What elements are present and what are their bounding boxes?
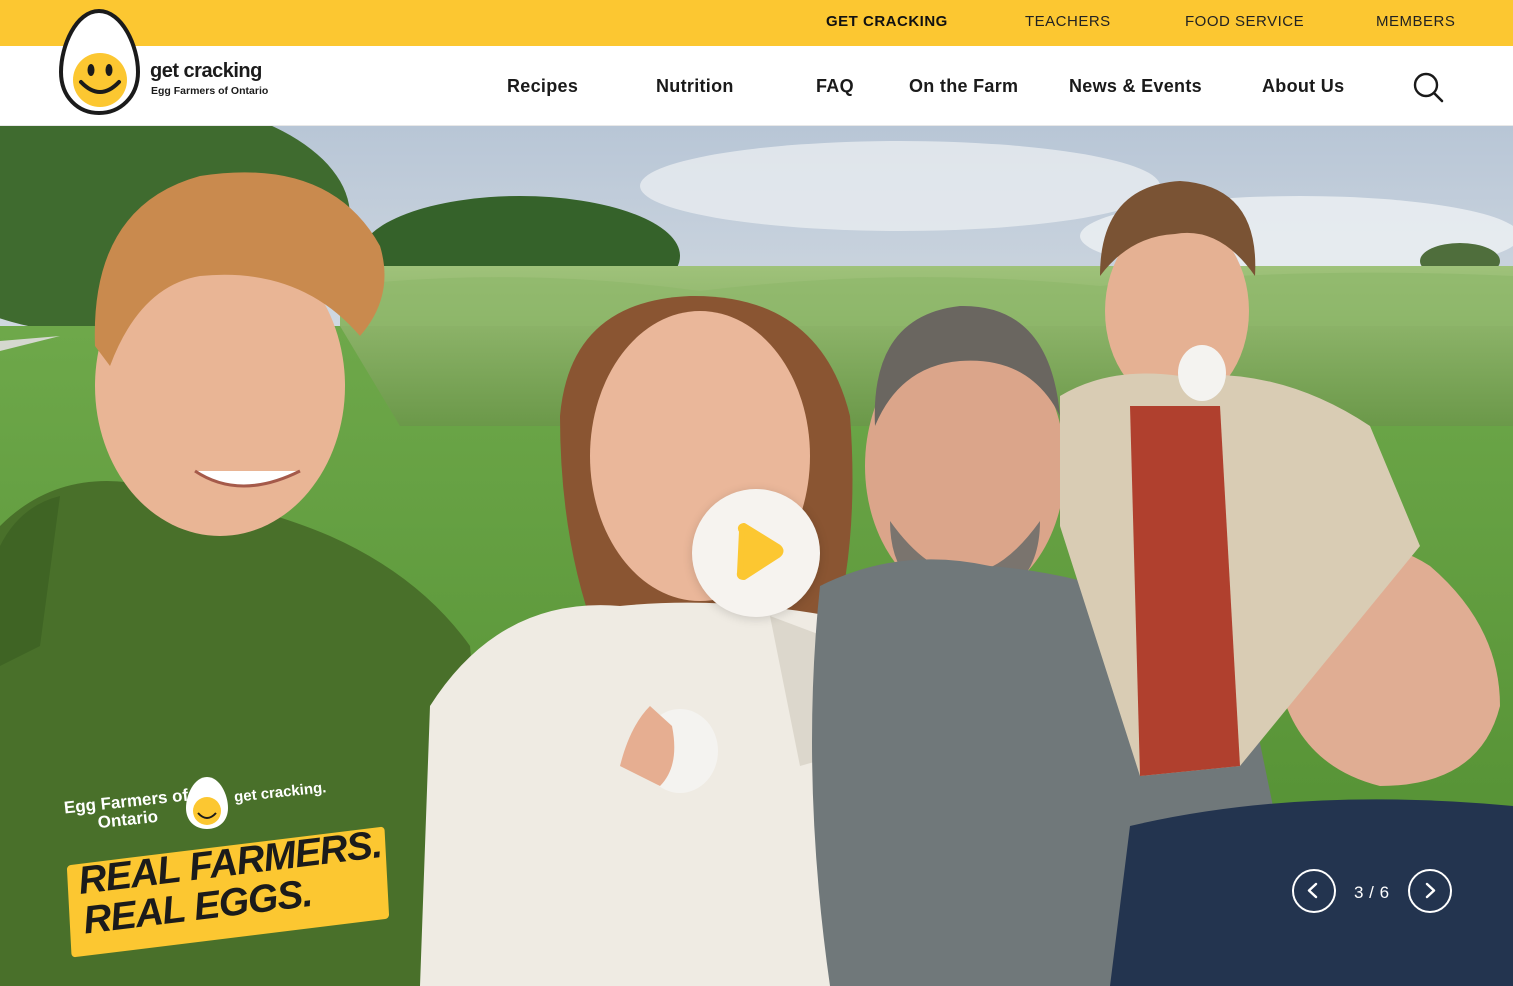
tagline-text: REAL FARMERS. REAL EGGS.: [76, 823, 384, 943]
utility-link-members[interactable]: MEMBERS: [1376, 13, 1455, 30]
utility-link-get-cracking[interactable]: GET CRACKING: [826, 13, 948, 30]
chevron-left-icon: [1307, 882, 1318, 899]
site-logo[interactable]: get cracking Egg Farmers of Ontario: [58, 8, 288, 118]
search-button[interactable]: [1410, 70, 1446, 106]
nav-about-us[interactable]: About Us: [1262, 76, 1344, 97]
utility-link-teachers[interactable]: TEACHERS: [1025, 13, 1111, 30]
carousel-next-button[interactable]: [1408, 869, 1452, 913]
nav-on-the-farm[interactable]: On the Farm: [909, 76, 1018, 97]
play-icon: [736, 523, 784, 580]
nav-recipes[interactable]: Recipes: [507, 76, 578, 97]
shirt-egg-logo-icon: [186, 777, 228, 829]
carousel-prev-button[interactable]: [1292, 869, 1336, 913]
shirt-brand-left: Egg Farmers of Ontario: [62, 785, 190, 833]
chevron-right-icon: [1425, 882, 1436, 899]
nav-news-events[interactable]: News & Events: [1069, 76, 1202, 97]
egg-smiley-logo-icon: [58, 8, 141, 116]
play-video-button[interactable]: [692, 489, 820, 617]
utility-link-food-service[interactable]: FOOD SERVICE: [1185, 13, 1304, 30]
search-icon: [1413, 72, 1444, 103]
carousel-counter: 3 / 6: [1354, 883, 1390, 902]
shirt-print: Egg Farmers of Ontario get cracking. REA…: [58, 771, 398, 958]
carousel-controls: 3 / 6: [1292, 869, 1454, 915]
nav-nutrition[interactable]: Nutrition: [656, 76, 734, 97]
logo-wordmark: get cracking: [150, 60, 262, 82]
logo-subtitle: Egg Farmers of Ontario: [151, 85, 269, 97]
shirt-brand-right: get cracking.: [233, 779, 328, 806]
nav-faq[interactable]: FAQ: [816, 76, 854, 97]
hero-carousel: Egg Farmers of Ontario get cracking. REA…: [0, 126, 1513, 986]
